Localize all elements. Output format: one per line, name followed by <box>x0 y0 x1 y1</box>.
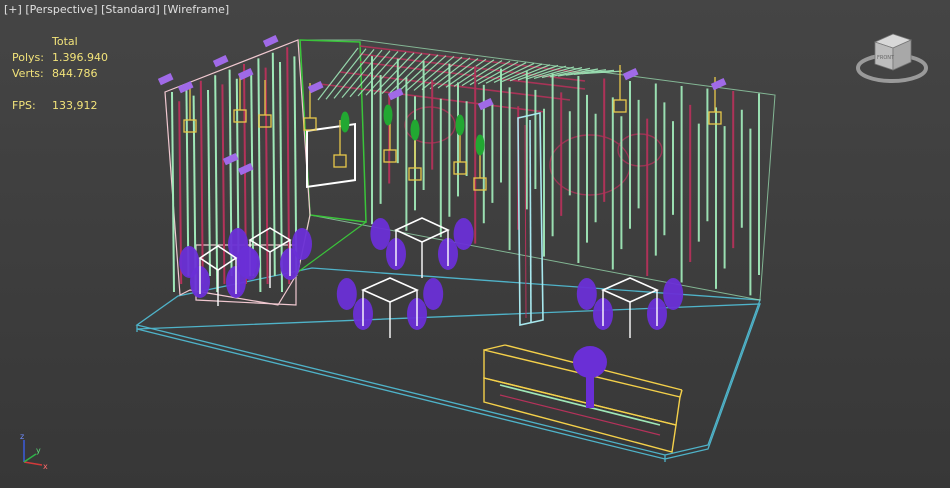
ceiling-slat <box>357 51 399 97</box>
wall-slat <box>221 84 226 285</box>
chair <box>370 218 391 250</box>
viewport-plus-menu[interactable]: [+] <box>4 3 22 16</box>
wall-slat <box>207 89 211 277</box>
viewport-shading-menu[interactable]: [Standard] <box>101 3 160 16</box>
plant <box>475 134 485 156</box>
wall-slat <box>264 67 269 285</box>
axis-x-label: x <box>43 462 48 471</box>
fps-label: FPS: <box>12 99 36 112</box>
wall-graphic <box>404 106 663 196</box>
viewcube-icon[interactable]: FRONT <box>855 30 929 88</box>
plant <box>383 104 393 126</box>
wall-slat <box>214 75 219 293</box>
fps-value: 133,912 <box>52 99 98 112</box>
axis-tripod-icon: z x y <box>20 432 48 471</box>
chair <box>576 278 597 310</box>
ceiling-slat <box>333 49 375 99</box>
polys-value: 1.396.940 <box>52 51 108 64</box>
plant <box>340 111 350 133</box>
chair <box>453 218 474 250</box>
wall-slat <box>199 80 204 285</box>
viewport-mode-menu[interactable]: [Wireframe] <box>163 3 229 16</box>
spotlight <box>622 67 639 81</box>
counter-plant <box>573 346 607 408</box>
spotlight <box>387 87 404 101</box>
lamp-shade <box>613 99 627 113</box>
viewport-label: [+] [Perspective] [Standard] [Wireframe] <box>4 3 229 16</box>
lamp-shade <box>258 114 272 128</box>
stats-polys-row: Polys: 1.396.940 <box>12 50 108 66</box>
polys-label: Polys: <box>12 51 44 64</box>
statistics-overlay: Total Polys: 1.396.940 Verts: 844.786 FP… <box>12 34 108 114</box>
ceiling-slats <box>317 47 623 101</box>
spotlight <box>307 80 324 94</box>
spotlight <box>212 54 229 68</box>
spotlight <box>477 97 494 111</box>
spotlight <box>262 34 279 48</box>
viewcube-face-label: FRONT <box>877 55 895 61</box>
plant <box>410 119 420 141</box>
lamp-shade <box>453 161 467 175</box>
scene-wireframe[interactable] <box>0 0 950 488</box>
back-wall-slats <box>371 56 760 296</box>
stats-fps-row: FPS: 133,912 <box>12 98 108 114</box>
stats-verts-row: Verts: 844.786 <box>12 66 108 82</box>
stats-header: Total <box>52 35 78 48</box>
axis-y-label: y <box>36 446 41 455</box>
chair <box>336 278 357 310</box>
wall-slat <box>271 52 276 277</box>
back-wall <box>297 39 776 301</box>
lamp-shade <box>303 117 317 131</box>
viewport-view-menu[interactable]: [Perspective] <box>25 3 97 16</box>
chair <box>423 278 444 310</box>
spotlight <box>157 72 174 86</box>
picture-frame <box>306 122 356 188</box>
lamp-shade <box>333 154 347 168</box>
chair <box>663 278 684 310</box>
table-top <box>248 227 292 253</box>
axis-z-label: z <box>20 432 24 441</box>
verts-value: 844.786 <box>52 67 98 80</box>
wall-slat <box>171 91 175 293</box>
pendant-lamps <box>183 65 722 191</box>
column <box>517 112 544 326</box>
table-top <box>361 277 419 303</box>
tables-and-chairs <box>179 217 684 338</box>
plant <box>455 114 465 136</box>
viewport-perspective[interactable]: [+] [Perspective] [Standard] [Wireframe]… <box>0 0 950 488</box>
verts-label: Verts: <box>12 67 44 80</box>
